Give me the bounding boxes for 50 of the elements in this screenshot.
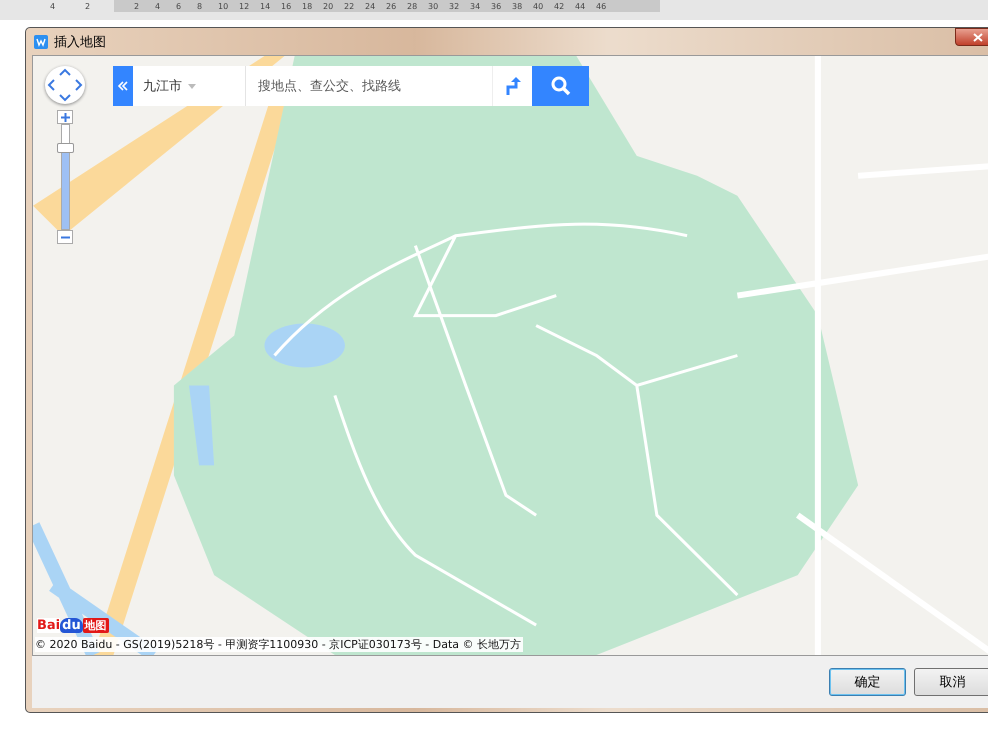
ruler-number: 30 <box>428 2 440 10</box>
ruler-number: 4 <box>50 2 56 10</box>
ruler-number: 28 <box>407 2 418 10</box>
turn-arrow-icon <box>504 77 520 95</box>
ruler-number: 24 <box>365 2 376 10</box>
window-title: 插入地图 <box>54 34 106 50</box>
ruler-number: 40 <box>533 2 544 10</box>
zoom-handle[interactable] <box>56 142 74 153</box>
logo-label: 地图 <box>82 618 109 633</box>
arrows-icon <box>45 66 85 104</box>
ruler-number: 16 <box>281 2 292 10</box>
search-field[interactable]: 搜地点、查公交、找路线 <box>246 66 492 106</box>
ruler-number: 32 <box>449 2 460 10</box>
collapse-button[interactable] <box>113 66 133 106</box>
ruler-number: 8 <box>197 2 204 10</box>
city-dropdown[interactable]: 九江市 <box>133 66 246 106</box>
ruler-number: 44 <box>575 2 586 10</box>
cancel-button[interactable]: 取消 <box>914 668 988 696</box>
ruler-number: 42 <box>554 2 566 10</box>
ruler-number: 26 <box>386 2 398 10</box>
close-icon <box>973 32 983 42</box>
ruler-number: 22 <box>344 2 356 10</box>
ruler-number: 36 <box>491 2 502 10</box>
copyright-text: © 2020 Baidu - GS(2019)5218号 - 甲测资字1100930 - 京ICP证030173号 - Data © 长地万方 <box>35 637 524 652</box>
zoom-out-button[interactable] <box>57 230 73 244</box>
ruler-number: 2 <box>85 2 92 10</box>
ruler-number: 12 <box>239 2 250 10</box>
plus-icon <box>60 112 70 122</box>
ruler-number: 6 <box>176 2 182 10</box>
caret-icon <box>188 84 196 88</box>
ruler-number: 2 <box>134 2 140 10</box>
ruler-number: 34 <box>470 2 482 10</box>
ruler-number: 10 <box>218 2 230 10</box>
ruler-number: 38 <box>512 2 524 10</box>
zoom-in-button[interactable] <box>57 110 73 124</box>
route-button[interactable] <box>492 66 532 106</box>
logo-mark: du <box>60 618 83 633</box>
ruler-number: 4 <box>155 2 162 10</box>
ok-button[interactable]: 确定 <box>829 668 906 696</box>
ruler-number: 46 <box>596 2 608 10</box>
logo-text: Bai <box>37 618 60 633</box>
ruler-number: 14 <box>260 2 272 10</box>
close-button[interactable] <box>955 28 988 46</box>
search-button[interactable] <box>532 66 589 106</box>
double-chevron-icon <box>118 81 128 91</box>
app-icon <box>34 34 48 48</box>
ruler-number: 18 <box>302 2 314 10</box>
ruler-number: 20 <box>323 2 334 10</box>
search-icon <box>550 76 570 96</box>
map-view[interactable]: 九江市 搜地点、查公交、找路线 Bai du 地图 © 2020 Baidu - GS(2019)5218号 - 甲测资字1100930 - 京ICP证030173号 - Data © 长地万方 <box>32 55 988 656</box>
